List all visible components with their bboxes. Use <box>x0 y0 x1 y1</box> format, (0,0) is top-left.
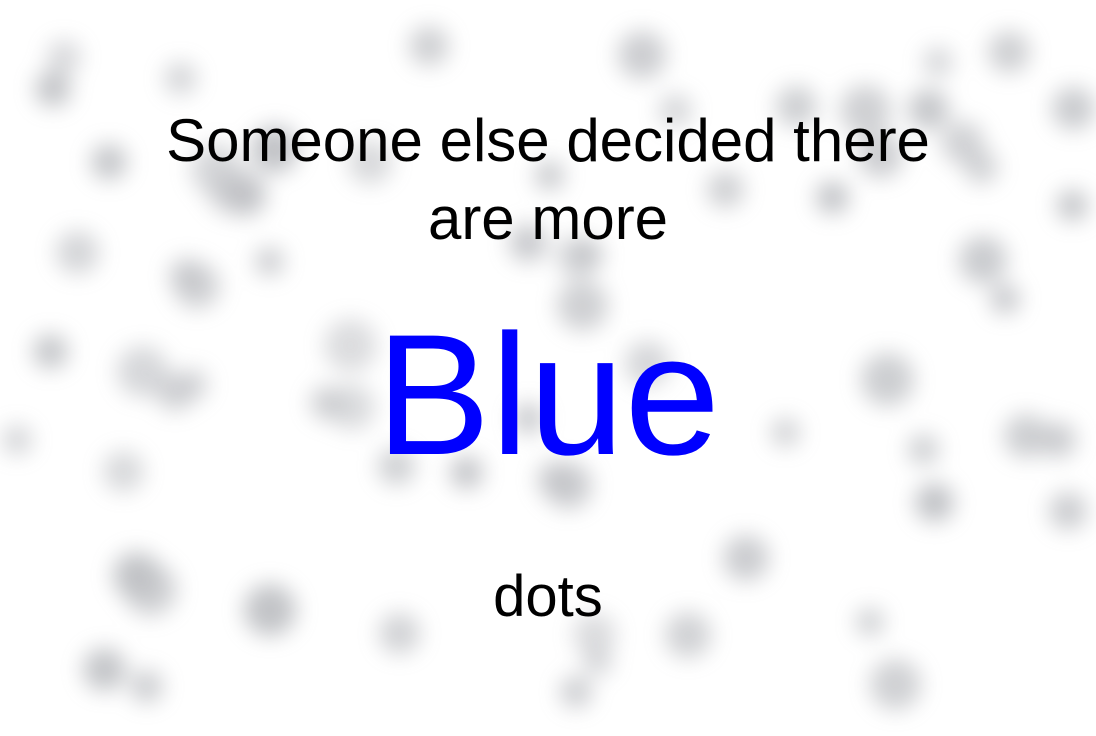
prompt-text: Someone else decided there are more Blue… <box>0 0 1096 736</box>
prompt-line-1: Someone else decided there <box>166 107 930 174</box>
prompt-line-2: are more <box>427 185 669 252</box>
color-word: Blue <box>375 299 721 491</box>
stimulus-screen: Someone else decided there are more Blue… <box>0 0 1096 736</box>
prompt-line-3: dots <box>493 564 603 629</box>
